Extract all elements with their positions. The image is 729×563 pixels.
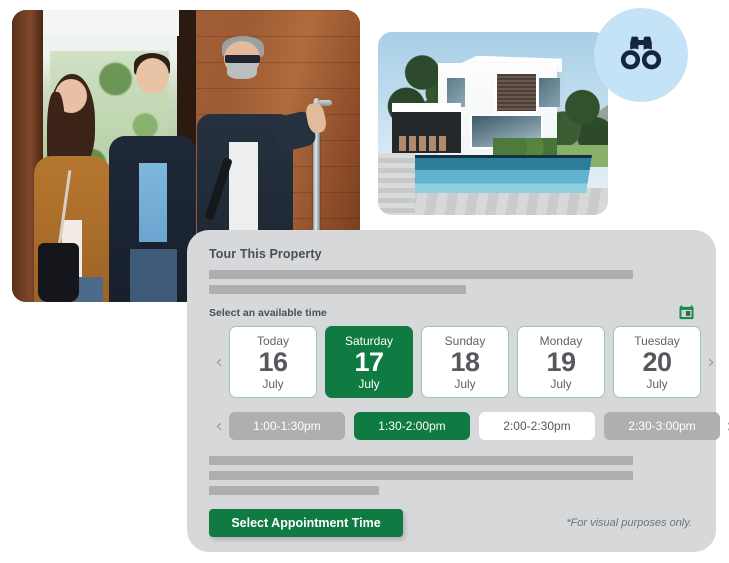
tour-booking-card: Tour This Property Select an available t… <box>187 230 729 552</box>
placeholder-line <box>209 456 633 465</box>
glasses <box>225 54 260 63</box>
date-card-month: July <box>358 376 380 391</box>
select-appointment-time-button[interactable]: Select Appointment Time <box>209 509 403 537</box>
date-card-month: July <box>262 376 284 391</box>
date-card[interactable]: Tuesday 20 July <box>613 326 701 398</box>
times-prev-button[interactable]: ‹ <box>209 415 229 437</box>
date-card-month: July <box>550 376 572 391</box>
date-card-weekday: Saturday <box>344 333 394 348</box>
date-card-selected[interactable]: Saturday 17 July <box>325 326 413 398</box>
date-card-day: 19 <box>546 347 576 378</box>
time-slot-disabled: 2:30-3:00pm <box>604 412 720 440</box>
placeholder-line <box>209 270 633 279</box>
beard <box>227 62 257 80</box>
pool-deck-left <box>378 152 415 215</box>
binoculars-badge <box>594 8 688 102</box>
date-card-month: July <box>646 376 668 391</box>
select-time-header: Select an available time <box>209 305 694 320</box>
time-slot[interactable]: 2:00-2:30pm <box>479 412 595 440</box>
date-card-list: Today 16 July Saturday 17 July Sunday 18… <box>229 326 701 398</box>
window-upper-right <box>539 77 560 108</box>
date-card-weekday: Today <box>256 333 290 348</box>
time-slot-selector: ‹ 1:00-1:30pm 1:30-2:00pm 2:00-2:30pm 2:… <box>209 412 729 440</box>
binoculars-icon <box>619 34 663 77</box>
handbag <box>37 242 80 302</box>
date-card[interactable]: Today 16 July <box>229 326 317 398</box>
person-man-blue-shirt <box>109 51 197 302</box>
louvered-screen <box>495 72 539 113</box>
jeans <box>130 249 178 302</box>
date-card-day: 16 <box>258 347 288 378</box>
swimming-pool <box>384 154 593 194</box>
date-card-month: July <box>454 376 476 391</box>
time-slot-disabled: 1:00-1:30pm <box>229 412 345 440</box>
dates-next-button[interactable]: › <box>701 351 721 373</box>
page-title: Tour This Property <box>209 247 322 261</box>
card-footer: Select Appointment Time *For visual purp… <box>209 509 694 537</box>
disclaimer-text: *For visual purposes only. <box>566 517 692 529</box>
date-card-weekday: Sunday <box>444 333 486 348</box>
patio-chairs <box>398 136 450 151</box>
shirt <box>228 142 258 240</box>
shirt <box>139 162 167 243</box>
person-woman <box>33 74 113 302</box>
time-chip-list: 1:00-1:30pm 1:30-2:00pm 2:00-2:30pm 2:30… <box>229 412 720 440</box>
times-next-button[interactable]: › <box>720 415 729 437</box>
placeholder-line <box>209 285 466 294</box>
date-selector: ‹ Today 16 July Saturday 17 July Sunday … <box>209 326 715 398</box>
date-card-day: 20 <box>642 347 672 378</box>
placeholder-line <box>209 471 633 480</box>
head <box>135 58 169 94</box>
photo-modern-house <box>378 32 608 215</box>
date-card[interactable]: Monday 19 July <box>517 326 605 398</box>
calendar-icon[interactable] <box>679 305 694 320</box>
date-card-weekday: Monday <box>539 333 583 348</box>
ceiling <box>39 10 180 37</box>
hedges <box>493 138 558 155</box>
time-slot-selected[interactable]: 1:30-2:00pm <box>354 412 470 440</box>
date-card[interactable]: Sunday 18 July <box>421 326 509 398</box>
placeholder-line <box>209 486 379 495</box>
dates-prev-button[interactable]: ‹ <box>209 351 229 373</box>
placeholder-text-block <box>209 456 694 495</box>
date-card-day: 18 <box>450 347 480 378</box>
subheading: Select an available time <box>209 306 327 319</box>
date-card-weekday: Tuesday <box>634 333 680 348</box>
date-card-day: 17 <box>354 347 384 378</box>
